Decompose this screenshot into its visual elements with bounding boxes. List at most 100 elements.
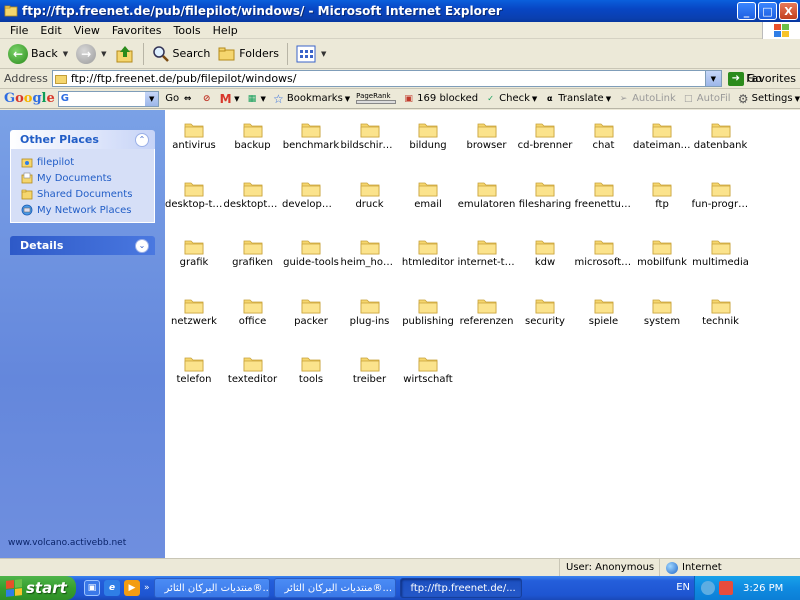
folder-item[interactable]: treiber: [341, 348, 399, 398]
folder-item[interactable]: chat: [575, 114, 633, 164]
translate-dropdown-icon[interactable]: ▼: [606, 95, 611, 103]
folder-item[interactable]: druck: [341, 173, 399, 223]
up-folder-button[interactable]: [111, 41, 139, 67]
folder-item[interactable]: netzwerk: [165, 290, 223, 340]
menu-view[interactable]: View: [68, 24, 106, 37]
autofill-button[interactable]: □ AutoFil: [682, 92, 731, 105]
menu-help[interactable]: Help: [207, 24, 244, 37]
taskbar-button-forum-2[interactable]: منتديات البركان الثائر®...: [273, 578, 396, 598]
folder-item[interactable]: publishing: [399, 290, 457, 340]
taskbar-button-forum-1[interactable]: منتديات البركان الثائر®...: [153, 578, 270, 598]
place-my-network-places[interactable]: My Network Places: [21, 202, 154, 218]
place-filepilot[interactable]: filepilot: [21, 154, 154, 170]
translate-button[interactable]: α Translate ▼: [543, 92, 611, 105]
maximize-button[interactable]: □: [758, 2, 777, 20]
place-my-documents[interactable]: My Documents: [21, 170, 154, 186]
folders-button[interactable]: Folders: [214, 41, 283, 67]
folder-item[interactable]: tools: [282, 348, 340, 398]
folder-item[interactable]: internet-tools: [458, 231, 516, 281]
language-indicator[interactable]: EN: [676, 582, 690, 593]
folder-item[interactable]: ftp: [633, 173, 691, 223]
folder-item[interactable]: desktoptools: [224, 173, 282, 223]
settings-dropdown-icon[interactable]: ▼: [795, 95, 800, 103]
folder-item[interactable]: benchmark: [282, 114, 340, 164]
address-dropdown-icon[interactable]: ▼: [704, 71, 721, 86]
folder-item[interactable]: browser: [458, 114, 516, 164]
folder-item[interactable]: plug-ins: [341, 290, 399, 340]
folder-item[interactable]: emulatoren: [458, 173, 516, 223]
folder-item[interactable]: dateimanag...: [633, 114, 691, 164]
folder-item[interactable]: antivirus: [165, 114, 223, 164]
news-dropdown-icon[interactable]: ▼: [261, 95, 266, 103]
folder-item[interactable]: development: [282, 173, 340, 223]
gmail-dropdown-icon[interactable]: ▼: [234, 95, 239, 103]
folder-item[interactable]: kdw: [516, 231, 574, 281]
media-player-icon[interactable]: ▶: [124, 580, 140, 596]
folder-item[interactable]: multimedia: [692, 231, 750, 281]
folder-item[interactable]: backup: [224, 114, 282, 164]
expand-chevron-icon[interactable]: ⌄: [135, 238, 149, 253]
spellcheck-button[interactable]: ✓ Check ▼: [484, 92, 537, 105]
show-desktop-icon[interactable]: ▣: [84, 580, 100, 596]
folder-item[interactable]: mobilfunk: [633, 231, 691, 281]
close-button[interactable]: X: [779, 2, 798, 20]
google-go-button[interactable]: Go ⇔: [165, 92, 194, 105]
folder-item[interactable]: referenzen: [458, 290, 516, 340]
tray-security-icon[interactable]: [719, 581, 733, 595]
menu-tools[interactable]: Tools: [168, 24, 207, 37]
tray-app-icon[interactable]: [701, 581, 715, 595]
collapse-chevron-icon[interactable]: ⌃: [135, 132, 149, 147]
folder-item[interactable]: freenettuto...: [575, 173, 633, 223]
folder-item[interactable]: desktop-th...: [165, 173, 223, 223]
forward-button[interactable]: → ▼: [72, 41, 110, 67]
address-input[interactable]: ftp://ftp.freenet.de/pub/filepilot/windo…: [51, 70, 722, 87]
back-button[interactable]: ← Back ▼: [4, 41, 72, 67]
folder-item[interactable]: guide-tools: [282, 231, 340, 281]
folder-item[interactable]: grafik: [165, 231, 223, 281]
popup-blocker-toggle[interactable]: ⊘: [200, 92, 213, 105]
google-search-dropdown-icon[interactable]: ▼: [145, 91, 159, 106]
popup-blocked-counter[interactable]: ▣ 169 blocked: [402, 92, 478, 105]
menu-edit[interactable]: Edit: [34, 24, 67, 37]
folder-view[interactable]: antivirus backup benchmarkbildschirmsc... b…: [165, 110, 800, 558]
forward-dropdown-icon[interactable]: ▼: [101, 50, 106, 58]
folder-item[interactable]: technik: [692, 290, 750, 340]
news-button[interactable]: ▦ ▼: [246, 92, 266, 105]
views-dropdown-icon[interactable]: ▼: [321, 50, 326, 58]
clock[interactable]: 3:26 PM: [743, 583, 783, 594]
quick-launch-more-icon[interactable]: »: [144, 583, 150, 593]
gmail-button[interactable]: M ▼: [219, 92, 240, 106]
back-dropdown-icon[interactable]: ▼: [63, 50, 68, 58]
check-dropdown-icon[interactable]: ▼: [532, 95, 537, 103]
favorites-link[interactable]: Favorites: [746, 72, 796, 85]
folder-item[interactable]: telefon: [165, 348, 223, 398]
folder-item[interactable]: bildung: [399, 114, 457, 164]
taskbar-button-ftp[interactable]: ftp://ftp.freenet.de/...: [399, 578, 522, 598]
folder-item[interactable]: spiele: [575, 290, 633, 340]
folder-item[interactable]: office: [224, 290, 282, 340]
folder-item[interactable]: microsoftad...: [575, 231, 633, 281]
minimize-button[interactable]: _: [737, 2, 756, 20]
bookmarks-dropdown-icon[interactable]: ▼: [345, 95, 350, 103]
details-header[interactable]: Details ⌄: [10, 236, 155, 255]
autolink-button[interactable]: ➢ AutoLink: [617, 92, 676, 105]
folder-item[interactable]: cd-brenner: [516, 114, 574, 164]
folder-item[interactable]: grafiken: [224, 231, 282, 281]
menu-favorites[interactable]: Favorites: [106, 24, 168, 37]
other-places-header[interactable]: Other Places ⌃: [10, 130, 155, 149]
folder-item[interactable]: security: [516, 290, 574, 340]
folder-item[interactable]: htmleditor: [399, 231, 457, 281]
place-shared-documents[interactable]: Shared Documents: [21, 186, 154, 202]
title-bar[interactable]: ftp://ftp.freenet.de/pub/filepilot/windo…: [0, 0, 800, 22]
folder-item[interactable]: fun-progra...: [692, 173, 750, 223]
folder-item[interactable]: system: [633, 290, 691, 340]
folder-item[interactable]: filesharing: [516, 173, 574, 223]
folder-item[interactable]: heim_hobby: [341, 231, 399, 281]
google-search-input[interactable]: G ▼: [57, 90, 160, 107]
menu-file[interactable]: File: [4, 24, 34, 37]
folder-item[interactable]: texteditor: [224, 348, 282, 398]
settings-button[interactable]: ⚙ Settings ▼: [737, 92, 800, 106]
pagerank-indicator[interactable]: PageRank: [356, 93, 397, 104]
ie-icon[interactable]: e: [104, 580, 120, 596]
views-button[interactable]: ▼: [292, 41, 330, 67]
